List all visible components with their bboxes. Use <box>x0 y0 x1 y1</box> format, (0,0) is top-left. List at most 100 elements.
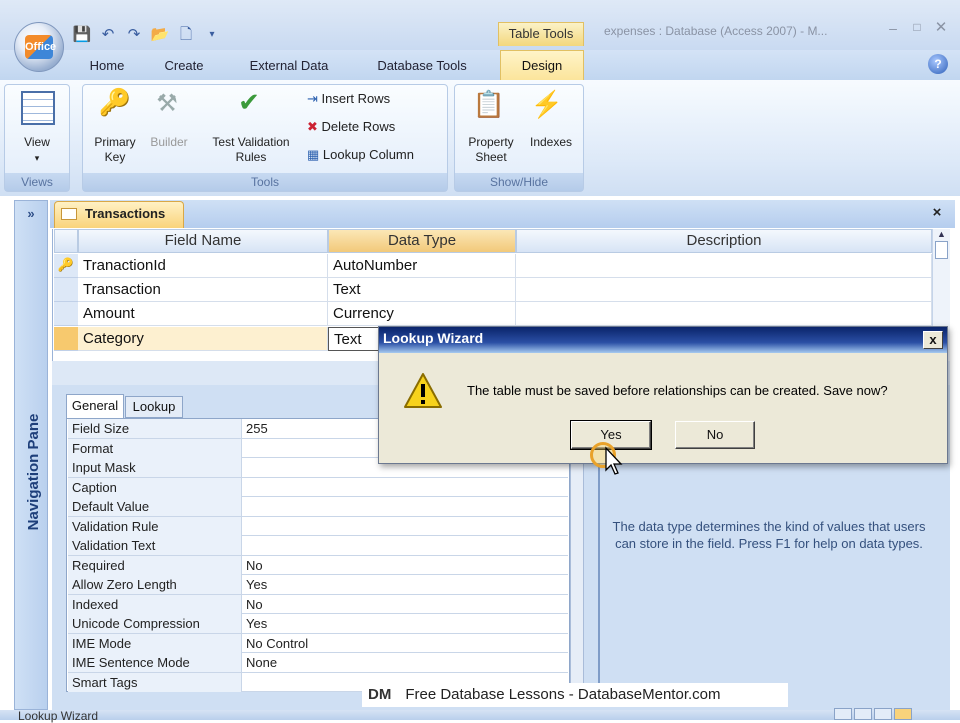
property-row[interactable]: IME Sentence Mode None <box>68 653 568 673</box>
property-row[interactable]: IME Mode No Control <box>68 633 568 653</box>
dialog-title: Lookup Wizard <box>383 330 484 346</box>
description-header: Description <box>516 229 932 253</box>
minimize-icon[interactable]: – <box>882 20 904 38</box>
property-row[interactable]: Validation Rule <box>68 516 568 536</box>
maximize-icon[interactable]: □ <box>906 20 928 38</box>
row-selector-current[interactable] <box>54 327 78 351</box>
field-name-cell[interactable]: TranactionId <box>78 254 328 278</box>
view-button[interactable]: View <box>5 135 69 150</box>
property-value[interactable] <box>244 497 246 516</box>
save-icon[interactable]: 💾 <box>72 26 92 44</box>
customize-icon[interactable]: ▾ <box>202 26 222 44</box>
delete-rows-icon: ✖ <box>307 119 318 134</box>
property-name: Format <box>68 438 242 458</box>
tab-create[interactable]: Create <box>154 56 214 78</box>
watermark-text: Free Database Lessons - DatabaseMentor.c… <box>405 686 721 703</box>
showhide-group: 📋 Property Sheet ⚡ Indexes Show/Hide <box>454 84 584 192</box>
data-type-cell[interactable]: AutoNumber <box>328 254 516 278</box>
office-button[interactable]: Office <box>14 22 64 72</box>
view-dropdown-icon[interactable]: ▾ <box>5 151 69 166</box>
close-window-icon[interactable]: ✕ <box>930 18 952 36</box>
property-row[interactable]: Default Value <box>68 497 568 517</box>
test-validation-icon[interactable]: ✔ <box>229 87 269 118</box>
scroll-thumb[interactable] <box>935 241 948 259</box>
property-row[interactable]: Required No <box>68 555 568 575</box>
tab-general[interactable]: General <box>66 394 124 418</box>
datasheet-view-icon[interactable] <box>834 708 852 720</box>
property-value[interactable] <box>244 458 246 477</box>
row-selector[interactable] <box>54 278 78 302</box>
insert-rows-icon: ⇥ <box>307 91 318 106</box>
dialog-close-button[interactable]: x <box>923 331 943 349</box>
indexes-icon[interactable]: ⚡ <box>527 89 567 120</box>
row-selector[interactable] <box>54 302 78 326</box>
property-value[interactable]: 255 <box>244 419 268 438</box>
open-icon[interactable]: 📂 <box>150 26 170 44</box>
showhide-group-label: Show/Hide <box>455 173 583 191</box>
tab-lookup[interactable]: Lookup <box>125 396 183 418</box>
builder-icon: ⚒ <box>156 90 178 117</box>
data-type-cell[interactable]: Text <box>328 278 516 302</box>
insert-rows-button[interactable]: ⇥ Insert Rows <box>307 91 390 107</box>
document-tab-transactions[interactable]: Transactions <box>54 201 184 228</box>
property-row[interactable]: Unicode Compression Yes <box>68 614 568 634</box>
redo-icon[interactable]: ↷ <box>124 26 144 44</box>
property-value[interactable]: No <box>244 595 263 614</box>
test-validation-button[interactable]: Test Validation Rules <box>199 135 303 165</box>
property-value[interactable] <box>244 536 246 555</box>
property-row[interactable]: Indexed No <box>68 594 568 614</box>
tab-design[interactable]: Design <box>500 50 584 81</box>
primary-key-button[interactable]: Primary Key <box>87 135 143 165</box>
property-value[interactable]: Yes <box>244 575 267 594</box>
property-value[interactable] <box>244 517 246 536</box>
pivotchart-view-icon[interactable] <box>874 708 892 720</box>
no-button[interactable]: No <box>675 421 755 449</box>
property-value[interactable]: None <box>244 653 277 672</box>
delete-rows-button[interactable]: ✖ Delete Rows <box>307 119 395 135</box>
undo-icon[interactable]: ↶ <box>98 26 118 44</box>
field-name-cell[interactable]: Transaction <box>78 278 328 302</box>
tab-database-tools[interactable]: Database Tools <box>362 56 482 78</box>
indexes-button[interactable]: Indexes <box>521 135 581 150</box>
field-name-cell[interactable]: Category <box>78 327 328 351</box>
row-selector[interactable]: 🔑 <box>54 254 78 278</box>
description-cell[interactable] <box>516 254 932 278</box>
property-row[interactable]: Caption <box>68 477 568 497</box>
design-view-icon[interactable] <box>894 708 912 720</box>
nav-pane-toggle[interactable]: » <box>14 202 48 226</box>
tab-external-data[interactable]: External Data <box>236 56 342 78</box>
property-name: Field Size <box>68 419 242 438</box>
property-value[interactable]: Yes <box>244 614 267 633</box>
close-document-icon[interactable]: × <box>928 204 946 222</box>
property-value[interactable] <box>244 478 246 497</box>
property-row[interactable]: Validation Text <box>68 536 568 556</box>
scroll-up-icon[interactable]: ▲ <box>933 229 950 239</box>
property-value[interactable]: No Control <box>244 634 308 653</box>
row-selector-header[interactable] <box>54 229 78 253</box>
data-type-cell[interactable]: Currency <box>328 302 516 326</box>
view-icon[interactable] <box>21 91 55 125</box>
property-name: Unicode Compression <box>68 614 242 633</box>
property-name: Allow Zero Length <box>68 575 242 594</box>
warning-icon <box>404 373 442 408</box>
tab-home[interactable]: Home <box>80 56 134 78</box>
property-value[interactable] <box>244 673 246 692</box>
status-text: Lookup Wizard <box>18 709 99 723</box>
property-sheet-icon[interactable]: 📋 <box>469 89 509 120</box>
pivottable-view-icon[interactable] <box>854 708 872 720</box>
office-logo-icon: Office <box>25 35 56 59</box>
primary-key-icon[interactable]: 🔑 <box>97 87 133 118</box>
property-sheet-button[interactable]: Property Sheet <box>459 135 523 165</box>
property-value[interactable] <box>244 439 246 458</box>
description-cell[interactable] <box>516 302 932 326</box>
help-icon[interactable]: ? <box>928 54 948 74</box>
lookup-column-button[interactable]: ▦ Lookup Column <box>307 147 414 163</box>
document-tab-bar <box>50 200 955 228</box>
property-value[interactable]: No <box>244 556 263 575</box>
new-icon[interactable]: 🗋 <box>176 26 196 44</box>
property-row[interactable]: Allow Zero Length Yes <box>68 575 568 595</box>
field-name-cell[interactable]: Amount <box>78 302 328 326</box>
description-cell[interactable] <box>516 278 932 302</box>
help-text: The data type determines the kind of val… <box>612 519 926 551</box>
dialog-title-bar[interactable]: Lookup Wizard x <box>379 327 947 353</box>
